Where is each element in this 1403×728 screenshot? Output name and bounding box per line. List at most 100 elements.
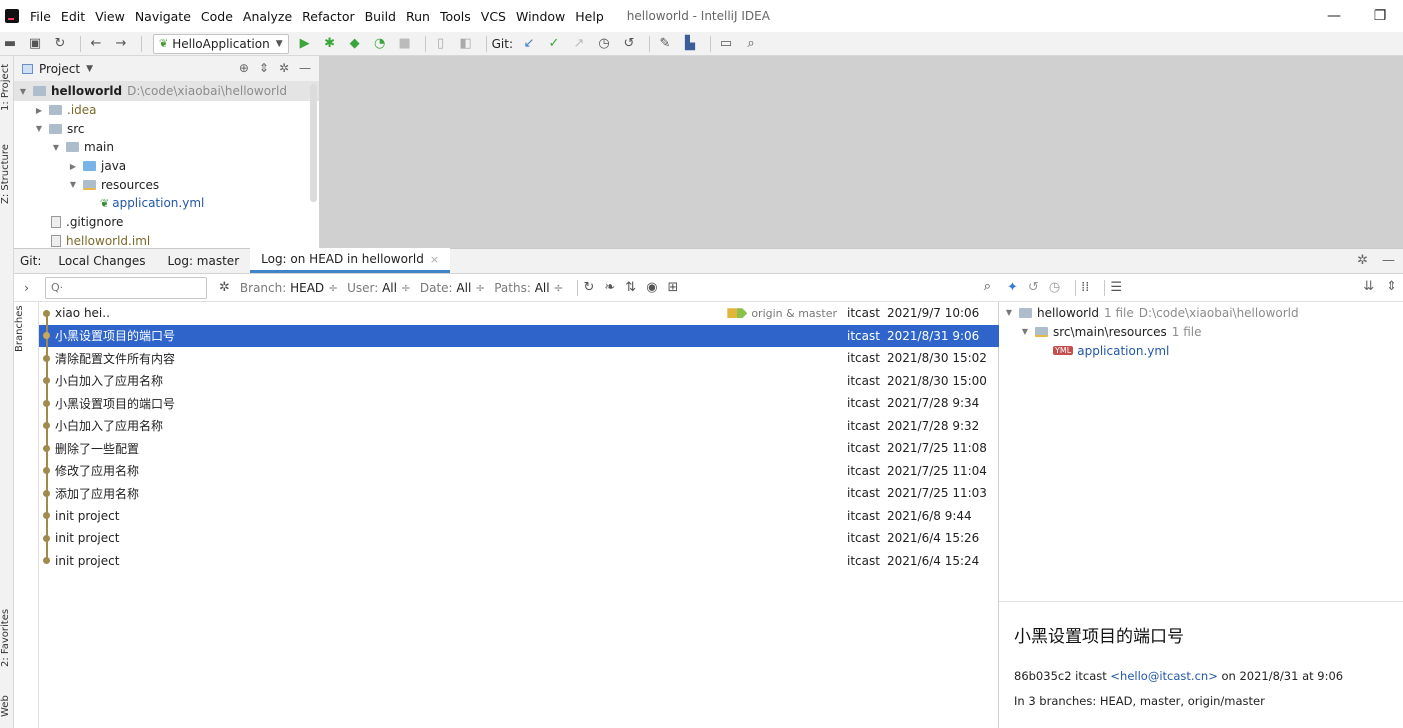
sort-icon[interactable]: ⇅ [625,280,636,295]
paths-filter[interactable]: Paths: All ÷ [494,281,563,295]
gear-icon[interactable]: ✲ [1357,253,1368,268]
tab-log-head[interactable]: Log: on HEAD in helloworld × [250,248,451,273]
new-tab-icon[interactable]: ⊞ [668,280,679,295]
tree-item-main[interactable]: ▼ main [14,138,319,157]
locate-icon[interactable]: ⊕ [239,61,249,75]
tab-log-master[interactable]: Log: master [157,248,251,273]
rollback-icon[interactable]: ↺ [619,34,639,54]
commit-author-email[interactable]: <hello@itcast.cn> [1110,669,1217,683]
tree-item-application-yml[interactable]: ❦ application.yml [14,194,319,213]
hide-icon[interactable]: — [299,61,311,75]
favorites-tool-tab[interactable]: 2: Favorites [0,606,14,670]
commit-row[interactable]: xiao hei.. origin & master itcast 2021/9/7 … [39,302,999,325]
project-structure-icon[interactable]: ◧ [456,34,476,54]
collapse-all-icon[interactable]: ⇕ [259,61,269,75]
chevron-down-icon[interactable]: ▼ [86,64,93,74]
changes-dir-row[interactable]: ▼ src\main\resources 1 file [999,322,1403,341]
wrench-icon[interactable]: ✎ [655,34,675,54]
gear-icon[interactable]: ✲ [279,61,289,75]
menu-vcs[interactable]: VCS [476,9,511,24]
view-options-icon[interactable]: ☰ [1110,280,1122,295]
project-tool-tab[interactable]: 1: Project [0,62,14,112]
run-icon[interactable]: ▶ [295,34,315,54]
branch-filter[interactable]: Branch: HEAD ÷ [240,281,338,295]
menu-tools[interactable]: Tools [435,9,476,24]
commit-row[interactable]: 小白加入了应用名称 itcast 2021/8/30 15:00 [39,370,999,393]
project-structure-icon[interactable]: ▙ [680,34,700,54]
changes-root-row[interactable]: ▼ helloworld 1 file D:\code\xiaobai\hell… [999,303,1403,322]
chevron-down-icon[interactable]: ▼ [50,143,62,152]
menu-code[interactable]: Code [196,9,238,24]
log-search-input[interactable]: Q· [45,276,207,299]
collapse-all-icon[interactable]: ⇕ [1386,279,1397,294]
presentation-icon[interactable]: ▭ [716,34,736,54]
menu-edit[interactable]: Edit [56,9,90,24]
search-icon[interactable]: ⌕ [984,279,991,294]
user-filter[interactable]: User: All ÷ [347,281,411,295]
gear-icon[interactable]: ✲ [219,280,230,295]
group-by-icon[interactable]: ⁞⁞ [1081,280,1089,295]
commit-row[interactable]: 小白加入了应用名称 itcast 2021/7/28 9:32 [39,415,999,438]
tree-item-java[interactable]: ▶ java [14,157,319,176]
commit-row[interactable]: 添加了应用名称 itcast 2021/7/25 11:03 [39,482,999,505]
back-arrow-icon[interactable]: ← [86,34,106,54]
history-clock-icon[interactable]: ◷ [1049,280,1060,295]
refresh-icon[interactable]: ↻ [583,280,594,295]
tree-item-resources[interactable]: ▼ resources [14,175,319,194]
menu-window[interactable]: Window [511,9,570,24]
debug-bug-icon[interactable]: ✱ [320,34,340,54]
commit-row[interactable]: init project itcast 2021/6/4 15:26 [39,527,999,550]
cherry-pick-icon[interactable]: ❧ [604,280,615,295]
tree-item-gitignore[interactable]: .gitignore [14,213,319,232]
stop-icon[interactable]: ■ [395,34,415,54]
changes-file-row[interactable]: YML application.yml [999,341,1403,360]
restore-button[interactable]: ❐ [1357,0,1403,32]
forward-arrow-icon[interactable]: → [111,34,131,54]
chevron-down-icon[interactable]: ▼ [67,180,79,189]
commit-row[interactable]: 小黑设置项目的端口号 itcast 2021/8/31 9:06 [39,324,999,347]
menu-build[interactable]: Build [360,9,401,24]
commit-row[interactable]: 小黑设置项目的端口号 itcast 2021/7/28 9:34 [39,392,999,415]
menu-refactor[interactable]: Refactor [297,9,359,24]
chevron-right-icon[interactable]: ▶ [33,106,45,115]
menu-file[interactable]: File [25,9,56,24]
chevron-right-icon[interactable]: ▶ [67,162,79,171]
coverage-icon[interactable]: ◆ [345,34,365,54]
build-icon[interactable]: ▯ [431,34,451,54]
search-icon[interactable]: ⌕ [741,34,761,54]
minimize-button[interactable]: — [1311,0,1357,32]
menu-analyze[interactable]: Analyze [238,9,297,24]
menu-run[interactable]: Run [401,9,435,24]
chevron-down-icon[interactable]: ▼ [1019,327,1031,336]
commit-row[interactable]: init project itcast 2021/6/4 15:24 [39,550,999,573]
chevron-right-icon[interactable]: › [14,281,39,295]
tree-item-src[interactable]: ▼ src [14,119,319,138]
date-filter[interactable]: Date: All ÷ [420,281,485,295]
chevron-down-icon[interactable]: ▼ [33,124,45,133]
project-scrollbar[interactable] [310,84,317,202]
commit-row[interactable]: 清除配置文件所有内容 itcast 2021/8/30 15:02 [39,347,999,370]
commit-row[interactable]: 修改了应用名称 itcast 2021/7/25 11:04 [39,460,999,483]
hide-icon[interactable]: — [1382,253,1395,268]
commit-row[interactable]: init project itcast 2021/6/8 9:44 [39,505,999,528]
chevron-down-icon[interactable]: ▼ [17,87,29,96]
eye-icon[interactable]: ◉ [646,280,657,295]
save-icon[interactable]: ▣ [25,34,45,54]
menu-help[interactable]: Help [570,9,609,24]
git-commit-icon[interactable]: ✓ [544,34,564,54]
revert-icon[interactable]: ↺ [1028,280,1039,295]
history-clock-icon[interactable]: ◷ [594,34,614,54]
git-update-icon[interactable]: ↙ [519,34,539,54]
tree-item-idea[interactable]: ▶ .idea [14,101,319,120]
tab-local-changes[interactable]: Local Changes [47,248,156,273]
show-diff-icon[interactable]: ✦ [1007,280,1018,295]
sync-icon[interactable]: ↻ [50,34,70,54]
structure-tool-tab[interactable]: Z: Structure [0,142,14,206]
commit-row[interactable]: 删除了一些配置 itcast 2021/7/25 11:08 [39,437,999,460]
close-icon[interactable]: × [430,253,439,266]
menu-view[interactable]: View [90,9,130,24]
run-configuration-select[interactable]: ❦ HelloApplication ▼ [153,33,289,54]
menu-navigate[interactable]: Navigate [130,9,196,24]
chevron-down-icon[interactable]: ▼ [1003,308,1015,317]
project-view-select[interactable]: Project [39,62,80,76]
